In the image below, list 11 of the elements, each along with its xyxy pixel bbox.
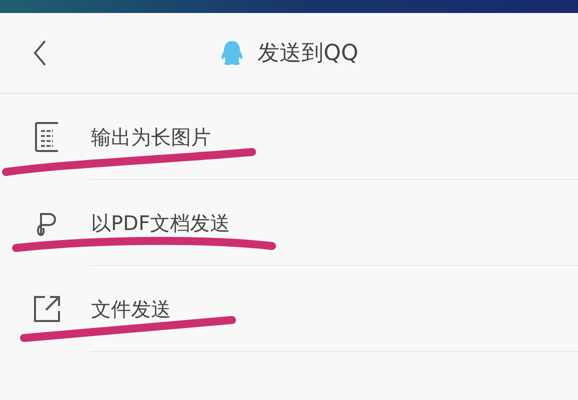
option-label: 以PDF文档发送	[91, 210, 230, 236]
penguin-icon	[220, 40, 244, 66]
option-item[interactable]: 输出为长图片	[0, 94, 578, 180]
back-icon[interactable]	[33, 40, 47, 66]
dialog-title: 发送到QQ	[258, 40, 358, 68]
option-label: 文件发送	[91, 296, 171, 322]
document-icon	[33, 122, 61, 152]
option-item[interactable]: 文件发送	[0, 266, 578, 352]
share-icon	[33, 295, 61, 323]
option-label: 输出为长图片	[91, 124, 211, 150]
option-item[interactable]: 以PDF文档发送	[0, 180, 578, 266]
